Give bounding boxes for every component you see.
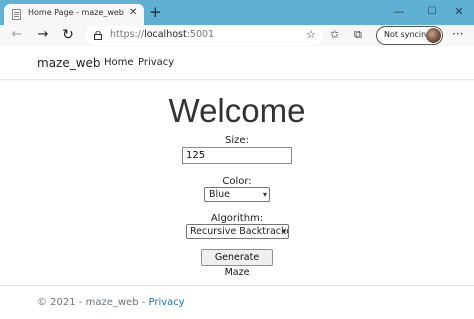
page-favicon-icon: [12, 9, 21, 20]
tab-title: Home Page - maze_web: [28, 8, 124, 17]
algorithm-select[interactable]: Recursive Backtracker ▾: [186, 224, 289, 239]
collections-icon[interactable]: ⧉: [354, 28, 362, 42]
site-navbar: maze_web Home Privacy: [0, 46, 474, 80]
algorithm-label: Algorithm:: [210, 213, 264, 224]
color-select-value: Blue: [209, 189, 231, 200]
chevron-down-icon: ▾: [262, 190, 267, 199]
footer-text: © 2021 - maze_web - Privacy: [37, 297, 185, 308]
footer-privacy-link[interactable]: Privacy: [149, 297, 185, 308]
more-options-icon[interactable]: ···: [452, 27, 463, 41]
minimize-icon[interactable]: —: [384, 3, 414, 21]
size-label: Size:: [225, 135, 249, 146]
algorithm-select-value: Recursive Backtracker: [190, 226, 289, 237]
profile-sync-button[interactable]: Not syncing: [376, 26, 443, 45]
window-close-icon[interactable]: ✕: [444, 3, 474, 21]
maximize-icon[interactable]: ☐: [417, 3, 447, 21]
browser-toolbar: ← → ↻ https://localhost:5001 ☆ ✩ ⧉ Not s…: [0, 25, 474, 46]
back-arrow-icon[interactable]: ←: [8, 26, 26, 44]
color-label: Color:: [222, 176, 252, 187]
page-title: Welcome: [168, 92, 306, 129]
favorites-icon[interactable]: ✩: [330, 28, 339, 42]
refresh-icon[interactable]: ↻: [59, 26, 77, 44]
nav-link-home[interactable]: Home: [104, 57, 134, 68]
site-footer: © 2021 - maze_web - Privacy: [0, 285, 474, 319]
size-input[interactable]: [182, 147, 292, 164]
avatar: [426, 28, 441, 43]
new-tab-icon[interactable]: +: [149, 4, 162, 20]
chevron-down-icon: ▾: [281, 227, 286, 236]
lock-icon: [94, 31, 102, 40]
sync-label: Not syncing: [384, 30, 432, 39]
tab-close-icon[interactable]: ✕: [129, 7, 137, 19]
browser-titlebar: Home Page - maze_web ✕ + — ☐ ✕: [0, 0, 474, 25]
browser-tab[interactable]: Home Page - maze_web ✕: [4, 4, 144, 25]
color-select[interactable]: Blue ▾: [204, 187, 270, 202]
url-text: https://localhost:5001: [110, 29, 215, 40]
site-brand[interactable]: maze_web: [37, 56, 101, 70]
add-favorite-icon[interactable]: ☆: [306, 28, 316, 41]
copyright-text: © 2021 - maze_web -: [37, 297, 149, 308]
nav-link-privacy[interactable]: Privacy: [138, 57, 174, 68]
address-bar[interactable]: https://localhost:5001 ☆: [86, 26, 323, 45]
forward-arrow-icon[interactable]: →: [34, 26, 52, 44]
generate-maze-button[interactable]: Generate Maze: [201, 249, 273, 278]
